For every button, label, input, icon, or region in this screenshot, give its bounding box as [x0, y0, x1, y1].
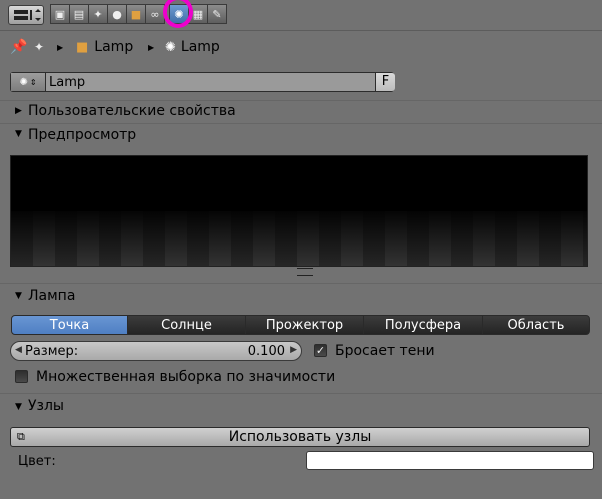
- use-nodes-label: Использовать узлы: [228, 429, 372, 445]
- multiple-importance-checkbox[interactable]: [15, 370, 28, 383]
- lamp-type-sun[interactable]: Солнце: [127, 315, 246, 335]
- expanded-triangle-icon: ▼: [15, 129, 22, 139]
- scene-context-icon: ✦: [34, 40, 45, 54]
- camera-icon: ▣: [54, 7, 66, 21]
- preview-render: [10, 155, 588, 267]
- fake-user-button[interactable]: F: [375, 73, 395, 91]
- panel-header-nodes[interactable]: [0, 394, 602, 416]
- lamp-color-swatch[interactable]: [306, 451, 594, 470]
- lamp-type-spot[interactable]: Прожектор: [245, 315, 364, 335]
- lamp-icon: ✺: [19, 76, 28, 88]
- collapsed-triangle-icon: ▶: [15, 106, 22, 116]
- brush-icon: ✎: [212, 7, 222, 21]
- scene-icon: ✦: [93, 7, 103, 21]
- lamp-type-point[interactable]: Точка: [11, 315, 128, 335]
- breadcrumb-item-object: ■ Lamp: [76, 37, 133, 57]
- tab-constraints[interactable]: ∞: [145, 4, 165, 24]
- editor-type-icon: [14, 9, 41, 21]
- scene-context-icon-wrap: ✦: [34, 37, 44, 57]
- breadcrumb-arrow-icon: ▶: [57, 42, 64, 52]
- lamp-size-slider[interactable]: ◀ Размер: 0.100 ▶: [10, 341, 302, 361]
- object-cube-icon: ■: [76, 39, 89, 55]
- panel-header-lamp[interactable]: [0, 284, 602, 306]
- panel-title: Узлы: [28, 398, 64, 414]
- tab-render-layers[interactable]: ▤: [69, 4, 89, 24]
- preview-resize-grip[interactable]: [297, 268, 313, 276]
- panel-title: Пользовательские свойства: [28, 103, 236, 119]
- tab-scene[interactable]: ✦: [88, 4, 108, 24]
- preview-checker-floor: [11, 211, 587, 266]
- cast-shadows-label: Бросает тени: [335, 343, 435, 359]
- world-icon: ●: [112, 7, 122, 21]
- pin-icon[interactable]: 📌: [10, 39, 27, 55]
- tab-render[interactable]: ▣: [50, 4, 70, 24]
- texture-checker-icon: ▦: [192, 7, 204, 21]
- lamp-type-area[interactable]: Область: [482, 315, 590, 335]
- panel-title: Лампа: [28, 288, 76, 304]
- panel-title: Предпросмотр: [28, 127, 137, 143]
- decrement-arrow-icon[interactable]: ◀: [15, 345, 22, 355]
- lamp-icon: ✺: [165, 39, 176, 55]
- size-label: Размер:: [25, 344, 79, 359]
- breadcrumb-label: Lamp: [94, 39, 134, 55]
- datablock-browse-button[interactable]: ✺ ⇕: [11, 73, 46, 91]
- layers-icon: ▤: [73, 7, 85, 21]
- multiple-importance-label: Множественная выборка по значимости: [36, 369, 336, 385]
- constraint-icon: ∞: [150, 7, 160, 21]
- increment-arrow-icon[interactable]: ▶: [290, 345, 297, 355]
- lamp-type-hemi[interactable]: Полусфера: [363, 315, 483, 335]
- size-value[interactable]: 0.100: [248, 343, 285, 360]
- breadcrumb-label: Lamp: [180, 39, 220, 55]
- color-label: Цвет:: [18, 454, 56, 469]
- breadcrumb-item-lamp: ✺ Lamp: [165, 37, 220, 57]
- breadcrumb: 📌: [10, 37, 27, 57]
- tab-particles[interactable]: ✎: [207, 4, 227, 24]
- editor-type-button[interactable]: [8, 5, 44, 25]
- tab-world[interactable]: ●: [107, 4, 127, 24]
- cast-shadows-checkbox[interactable]: ✓: [314, 344, 327, 357]
- object-cube-icon: ■: [130, 7, 142, 21]
- updown-arrows-icon: ⇕: [29, 77, 37, 87]
- lamp-datablock-field[interactable]: ✺ ⇕ Lamp F: [10, 72, 395, 92]
- breadcrumb-arrow-icon: ▶: [148, 42, 155, 52]
- tab-object[interactable]: ■: [126, 4, 146, 24]
- datablock-name[interactable]: Lamp: [49, 74, 85, 91]
- checkmark-icon: ✓: [315, 344, 326, 357]
- expanded-triangle-icon: ▼: [15, 402, 22, 412]
- expanded-triangle-icon: ▼: [15, 291, 22, 301]
- use-nodes-button[interactable]: ⧉ Использовать узлы: [10, 427, 590, 447]
